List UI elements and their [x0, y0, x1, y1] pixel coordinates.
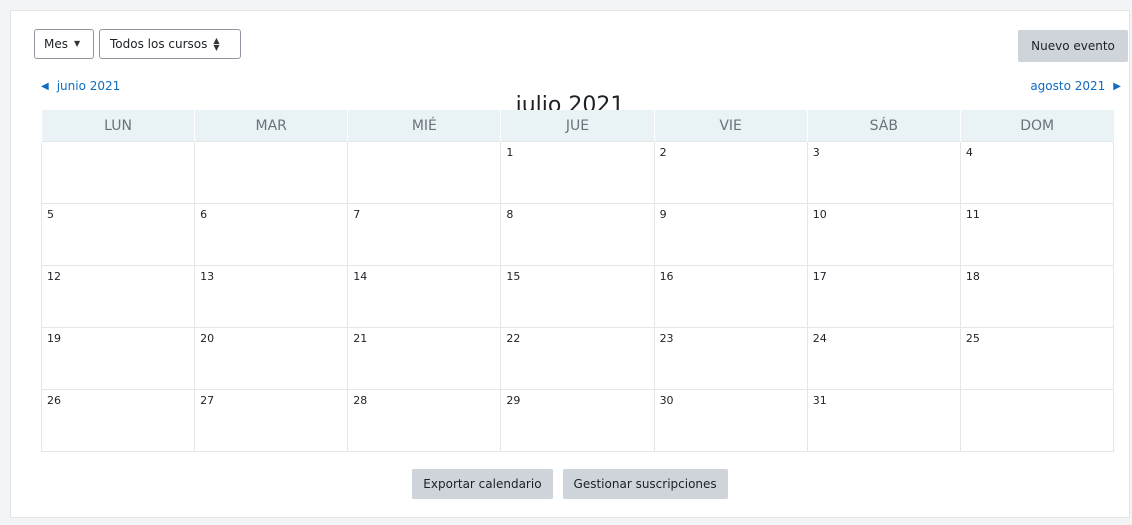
prev-month-label: junio 2021 [56, 79, 121, 93]
weekday-mon: LUN [40, 110, 195, 142]
week-row: 5 6 7 8 9 10 11 [40, 203, 1115, 266]
day-cell[interactable]: 30 [653, 389, 808, 452]
day-cell[interactable]: 19 [40, 327, 196, 390]
day-cell[interactable]: 23 [653, 327, 808, 390]
day-cell[interactable]: 15 [500, 265, 655, 328]
day-cell[interactable]: 12 [40, 265, 196, 328]
calendar-card: Mes ▼ Todos los cursos ▲ ▼ Nuevo evento ◀… [10, 10, 1130, 518]
day-cell[interactable]: 13 [194, 265, 349, 328]
week-row: 12 13 14 15 16 17 18 [40, 265, 1115, 328]
calendar-filters: Mes ▼ Todos los cursos ▲ ▼ [34, 29, 241, 59]
weekday-sun: DOM [959, 110, 1114, 142]
triangle-right-icon: ▶ [1113, 80, 1121, 92]
day-cell[interactable]: 4 [959, 141, 1115, 204]
day-cell[interactable]: 9 [653, 203, 808, 266]
view-select[interactable]: Mes ▼ [34, 29, 94, 59]
triangle-left-icon: ◀ [41, 80, 49, 92]
week-row: 19 20 21 22 23 24 25 [40, 327, 1115, 390]
day-cell[interactable]: 22 [500, 327, 655, 390]
day-cell[interactable]: 21 [347, 327, 502, 390]
new-event-button[interactable]: Nuevo evento [1018, 30, 1128, 62]
month-grid: LUN MAR MIÉ JUE VIE SÁB DOM 1 2 3 4 5 6 [40, 110, 1115, 452]
day-cell[interactable]: 1 [500, 141, 655, 204]
day-cell[interactable]: 29 [500, 389, 655, 452]
calendar-footer-actions: Exportar calendario Gestionar suscripcio… [11, 469, 1129, 499]
week-row: 26 27 28 29 30 31 [40, 389, 1115, 452]
day-cell[interactable]: 24 [806, 327, 961, 390]
next-month-link[interactable]: agosto 2021 ▶ [1030, 79, 1121, 93]
day-cell[interactable]: 10 [806, 203, 961, 266]
weekday-thu: JUE [500, 110, 655, 142]
prev-month-link[interactable]: ◀ junio 2021 [41, 79, 120, 93]
day-cell[interactable]: 16 [653, 265, 808, 328]
day-cell[interactable]: 27 [194, 389, 349, 452]
day-cell[interactable]: 20 [194, 327, 349, 390]
day-cell[interactable] [959, 389, 1115, 452]
view-select-label: Mes [44, 37, 68, 51]
day-cell[interactable]: 7 [347, 203, 502, 266]
day-cell[interactable]: 17 [806, 265, 961, 328]
day-cell[interactable]: 3 [806, 141, 961, 204]
day-cell[interactable]: 5 [40, 203, 196, 266]
next-month-label: agosto 2021 [1030, 79, 1106, 93]
day-cell[interactable]: 6 [194, 203, 349, 266]
day-cell[interactable]: 2 [653, 141, 808, 204]
weekday-header-row: LUN MAR MIÉ JUE VIE SÁB DOM [40, 110, 1114, 142]
day-cell[interactable] [347, 141, 502, 204]
weekday-fri: VIE [653, 110, 808, 142]
day-cell[interactable]: 28 [347, 389, 502, 452]
day-cell[interactable]: 18 [959, 265, 1115, 328]
day-cell[interactable]: 11 [959, 203, 1115, 266]
day-cell[interactable] [40, 141, 196, 204]
weekday-tue: MAR [194, 110, 348, 142]
day-cell[interactable]: 31 [806, 389, 961, 452]
export-calendar-button[interactable]: Exportar calendario [412, 469, 553, 499]
day-cell[interactable]: 14 [347, 265, 502, 328]
day-cell[interactable]: 26 [40, 389, 196, 452]
day-cell[interactable] [194, 141, 349, 204]
course-select[interactable]: Todos los cursos ▲ ▼ [99, 29, 241, 59]
day-cell[interactable]: 8 [500, 203, 655, 266]
weekday-sat: SÁB [806, 110, 961, 142]
weekday-wed: MIÉ [347, 110, 501, 142]
sort-updown-icon: ▲ ▼ [213, 36, 220, 52]
week-row: 1 2 3 4 [40, 141, 1115, 204]
manage-subscriptions-button[interactable]: Gestionar suscripciones [562, 469, 728, 499]
day-cell[interactable]: 25 [959, 327, 1115, 390]
caret-down-icon: ▼ [74, 39, 81, 48]
course-select-label: Todos los cursos [110, 37, 208, 51]
